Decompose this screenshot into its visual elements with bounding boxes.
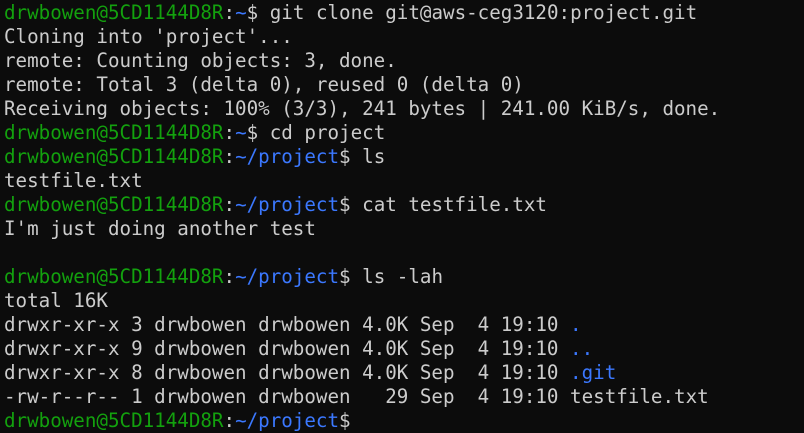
output-line: Receiving objects: 100% (3/3), 241 bytes… (4, 97, 804, 121)
output-text: Cloning into 'project'... (4, 25, 293, 48)
prompt-path: ~/project (235, 193, 340, 216)
listing-line: -rw-r--r-- 1 drwbowen drwbowen 29 Sep 4 … (4, 385, 804, 409)
output-text: remote: Counting objects: 3, done. (4, 49, 397, 72)
command-text: ls (362, 145, 386, 168)
directory-name: .git (570, 361, 617, 384)
prompt-line: drwbowen@5CD1144D8R:~/project$ (4, 409, 804, 433)
output-line: total 16K (4, 289, 804, 313)
directory-name: .. (570, 337, 594, 360)
command-text: git clone git@aws-ceg3120:project.git (269, 1, 698, 24)
listing-line: drwxr-xr-x 8 drwbowen drwbowen 4.0K Sep … (4, 361, 804, 385)
output-text: Receiving objects: 100% (3/3), 241 bytes… (4, 97, 721, 120)
prompt-symbol: $ (246, 121, 270, 144)
prompt-line: drwbowen@5CD1144D8R:~/project$ ls -lah (4, 265, 804, 289)
terminal-output[interactable]: drwbowen@5CD1144D8R:~$ git clone git@aws… (4, 1, 804, 433)
prompt-path: ~/project (235, 145, 340, 168)
prompt-line: drwbowen@5CD1144D8R:~/project$ cat testf… (4, 193, 804, 217)
prompt-user: drwbowen@5CD1144D8R (4, 145, 224, 168)
prompt-user: drwbowen@5CD1144D8R (4, 193, 224, 216)
output-line: testfile.txt (4, 169, 804, 193)
command-text: cd project (269, 121, 386, 144)
prompt-user: drwbowen@5CD1144D8R (4, 265, 224, 288)
directory-name: . (570, 313, 582, 336)
output-text: remote: Total 3 (delta 0), reused 0 (del… (4, 73, 524, 96)
listing-details: drwxr-xr-x 3 drwbowen drwbowen 4.0K Sep … (4, 313, 571, 336)
listing-details: drwxr-xr-x 8 drwbowen drwbowen 4.0K Sep … (4, 361, 571, 384)
output-text: testfile.txt (4, 169, 143, 192)
prompt-path: ~ (235, 121, 247, 144)
output-line: remote: Total 3 (delta 0), reused 0 (del… (4, 73, 804, 97)
prompt-symbol: $ (339, 265, 363, 288)
prompt-line: drwbowen@5CD1144D8R:~$ git clone git@aws… (4, 1, 804, 25)
prompt-line: drwbowen@5CD1144D8R:~$ cd project (4, 121, 804, 145)
prompt-separator: : (223, 193, 236, 216)
prompt-separator: : (223, 121, 236, 144)
prompt-user: drwbowen@5CD1144D8R (4, 121, 224, 144)
prompt-separator: : (223, 265, 236, 288)
command-text: ls -lah (362, 265, 444, 288)
output-line: remote: Counting objects: 3, done. (4, 49, 804, 73)
output-text: I'm just doing another test (4, 217, 316, 240)
listing-line: drwxr-xr-x 3 drwbowen drwbowen 4.0K Sep … (4, 313, 804, 337)
listing-details: -rw-r--r-- 1 drwbowen drwbowen 29 Sep 4 … (4, 385, 571, 408)
prompt-separator: : (223, 1, 236, 24)
file-name: testfile.txt (570, 385, 709, 408)
prompt-symbol: $ (339, 409, 363, 432)
prompt-user: drwbowen@5CD1144D8R (4, 1, 224, 24)
command-text: cat testfile.txt (362, 193, 547, 216)
prompt-path: ~/project (235, 265, 340, 288)
prompt-symbol: $ (339, 145, 363, 168)
output-text: total 16K (4, 289, 108, 312)
prompt-separator: : (223, 145, 236, 168)
prompt-line: drwbowen@5CD1144D8R:~/project$ ls (4, 145, 804, 169)
prompt-separator: : (223, 409, 236, 432)
prompt-symbol: $ (339, 193, 363, 216)
listing-details: drwxr-xr-x 9 drwbowen drwbowen 4.0K Sep … (4, 337, 571, 360)
output-line: Cloning into 'project'... (4, 25, 804, 49)
prompt-path: ~/project (235, 409, 340, 432)
prompt-symbol: $ (246, 1, 270, 24)
prompt-user: drwbowen@5CD1144D8R (4, 409, 224, 432)
output-line: I'm just doing another test (4, 217, 804, 241)
listing-line: drwxr-xr-x 9 drwbowen drwbowen 4.0K Sep … (4, 337, 804, 361)
prompt-path: ~ (235, 1, 247, 24)
